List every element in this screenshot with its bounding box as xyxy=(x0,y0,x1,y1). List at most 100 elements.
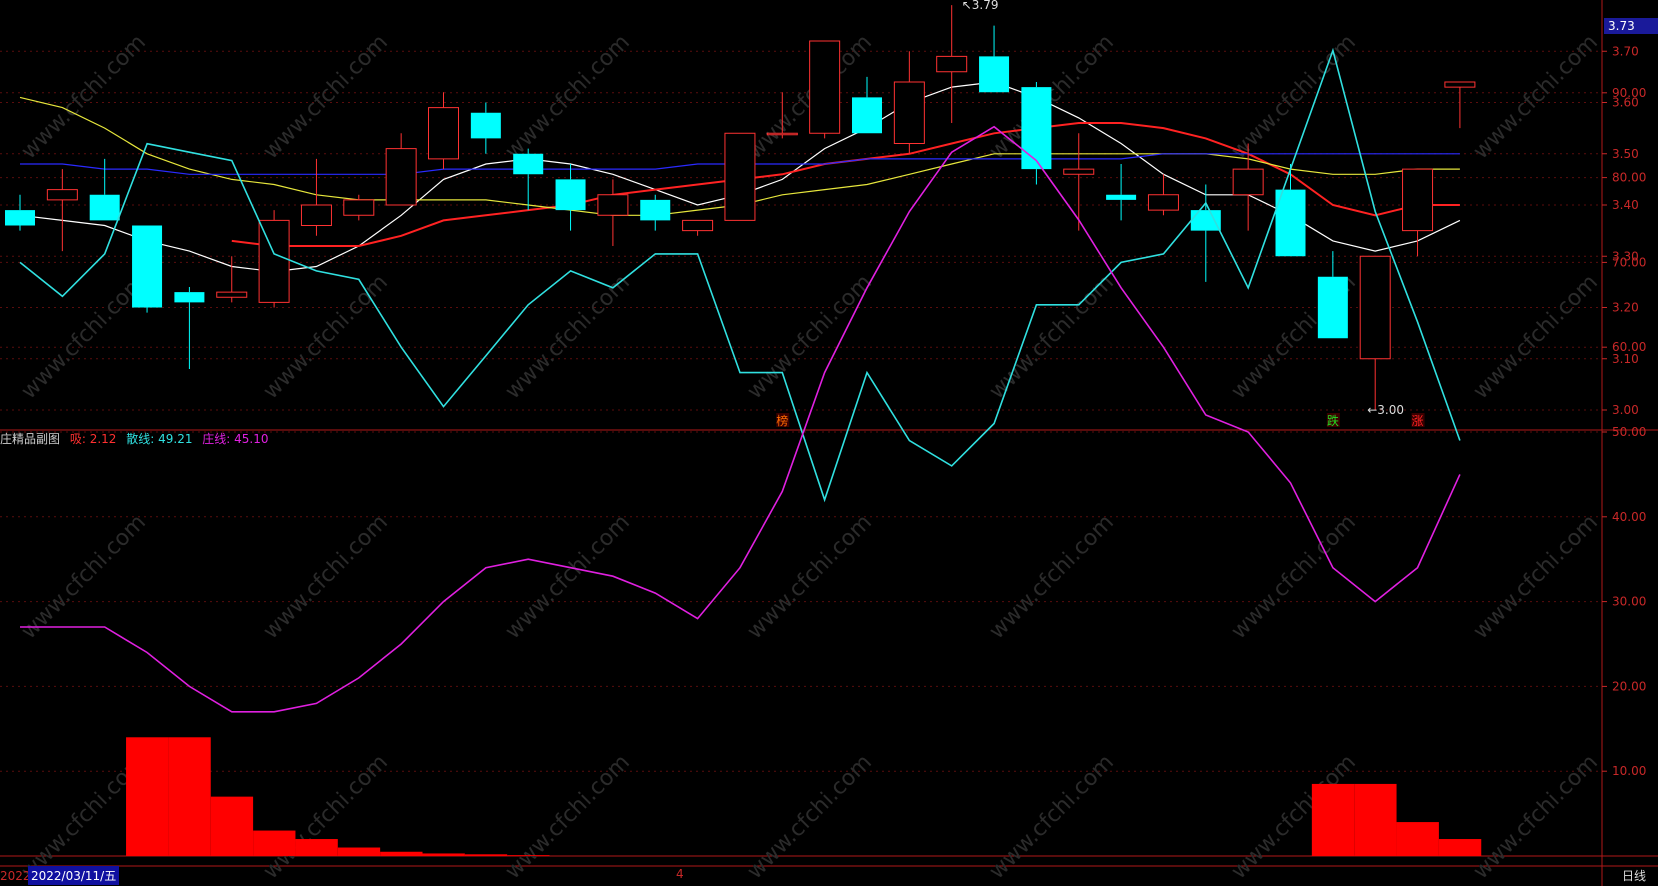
candle-body xyxy=(385,148,417,206)
candle xyxy=(979,25,1010,93)
high-price-label: ↖3.79 xyxy=(962,0,999,12)
candle-body xyxy=(1021,87,1052,170)
candle-body xyxy=(724,132,756,221)
candle-body xyxy=(555,179,586,211)
candle xyxy=(640,194,671,231)
watermark-text: www.cfchi.com xyxy=(1227,30,1361,164)
candle xyxy=(300,158,332,236)
month-tick: 4 xyxy=(676,867,684,881)
watermark-text: www.cfchi.com xyxy=(259,510,393,644)
candle-body xyxy=(1444,81,1476,88)
candle-body xyxy=(174,292,205,303)
indicator-legend: 庄精品副图 吸: 2.12 散线: 49.21 庄线: 45.10 xyxy=(0,430,275,447)
candle-body xyxy=(852,97,882,134)
candle-body xyxy=(1317,276,1348,339)
candle-body xyxy=(1190,210,1221,231)
cursor-date: 2022/03/11/五 xyxy=(28,866,120,885)
candle xyxy=(682,219,714,236)
candle-body xyxy=(597,194,629,216)
watermark-text: www.cfchi.com xyxy=(985,270,1119,404)
candle xyxy=(174,287,205,369)
watermark-text: www.cfchi.com xyxy=(1469,510,1603,644)
indicator-tick-label: 40.00 xyxy=(1612,510,1646,524)
candle-body xyxy=(513,153,544,175)
candle xyxy=(1063,133,1095,231)
xi-bar xyxy=(168,737,211,856)
xi-bar xyxy=(1354,783,1397,856)
price-tick-label: 3.50 xyxy=(1612,147,1639,161)
candle xyxy=(1021,82,1052,185)
indicator-tick-label: 30.00 xyxy=(1612,595,1646,609)
candle-body xyxy=(640,199,671,221)
price-axis: 3.003.103.203.303.403.503.603.7010.0020.… xyxy=(1602,44,1646,778)
xi-bar xyxy=(380,851,423,856)
candle-body xyxy=(132,225,163,308)
period-label[interactable]: 日线 xyxy=(1622,867,1646,884)
candle-body xyxy=(1232,168,1264,196)
candle xyxy=(809,40,841,139)
candle-body xyxy=(893,81,925,144)
indicator-title: 庄精品副图 xyxy=(0,432,61,446)
candle-body xyxy=(89,194,120,221)
candle-body xyxy=(979,56,1010,93)
watermark-text: www.cfchi.com xyxy=(1469,750,1603,884)
candle xyxy=(724,132,756,221)
indicator-tick-label: 80.00 xyxy=(1612,171,1646,185)
watermark-text: www.cfchi.com xyxy=(743,510,877,644)
candle xyxy=(1444,81,1476,129)
candle xyxy=(428,92,459,170)
candle-body xyxy=(1147,194,1179,211)
price-tick-label: 3.40 xyxy=(1612,198,1639,212)
indicator-tick-label: 20.00 xyxy=(1612,679,1646,693)
candle xyxy=(46,169,78,252)
candle-body xyxy=(1402,168,1434,232)
xi-bar xyxy=(507,855,550,856)
watermark-text: www.cfchi.com xyxy=(259,750,393,884)
watermark-text: www.cfchi.com xyxy=(259,30,393,164)
candle xyxy=(132,225,163,313)
candle xyxy=(385,133,417,206)
current-price-tag: 3.73 xyxy=(1604,18,1658,34)
signal-marker: 跌 xyxy=(1327,413,1339,428)
watermark-text: www.cfchi.com xyxy=(17,270,151,404)
xi-bar xyxy=(337,847,381,856)
candle-body xyxy=(1063,168,1095,175)
signal-marker: 榜 xyxy=(776,413,788,428)
indicator-tick-label: 60.00 xyxy=(1612,340,1646,354)
legend-sanxian: 散线: 49.21 xyxy=(126,432,193,446)
xi-bar xyxy=(295,839,338,856)
watermark-text: www.cfchi.com xyxy=(743,270,877,404)
indicator-tick-label: 70.00 xyxy=(1612,255,1646,269)
price-tick-label: 3.20 xyxy=(1612,301,1639,315)
candle-body xyxy=(46,189,78,201)
candle-body xyxy=(936,55,968,73)
candle-body xyxy=(343,199,375,216)
watermark-text: www.cfchi.com xyxy=(1227,510,1361,644)
candle xyxy=(470,102,501,154)
candle-body xyxy=(216,291,248,298)
xi-bar xyxy=(464,854,508,856)
watermark-text: www.cfchi.com xyxy=(985,30,1119,164)
candle xyxy=(852,76,882,134)
candle xyxy=(597,179,629,246)
candle xyxy=(513,148,544,211)
candle xyxy=(936,5,968,123)
xi-bar xyxy=(422,853,465,856)
watermark-text: www.cfchi.com xyxy=(985,750,1119,884)
candle-body xyxy=(300,204,332,226)
watermark-text: www.cfchi.com xyxy=(743,750,877,884)
candle-body xyxy=(5,210,35,226)
signal-marker: 涨 xyxy=(1412,413,1424,428)
candle-body xyxy=(1106,194,1137,200)
indicator-tick-label: 10.00 xyxy=(1612,764,1646,778)
xi-bar xyxy=(253,830,296,856)
watermark-text: www.cfchi.com xyxy=(1469,30,1603,164)
price-tick-label: 3.70 xyxy=(1612,44,1639,58)
candle xyxy=(1190,184,1221,282)
candle xyxy=(555,164,586,231)
candle-body xyxy=(809,40,841,134)
price-tick-label: 3.00 xyxy=(1612,403,1639,417)
xi-bar xyxy=(1396,822,1439,856)
legend-xi: 吸: 2.12 xyxy=(69,432,117,446)
candles xyxy=(5,5,1476,410)
